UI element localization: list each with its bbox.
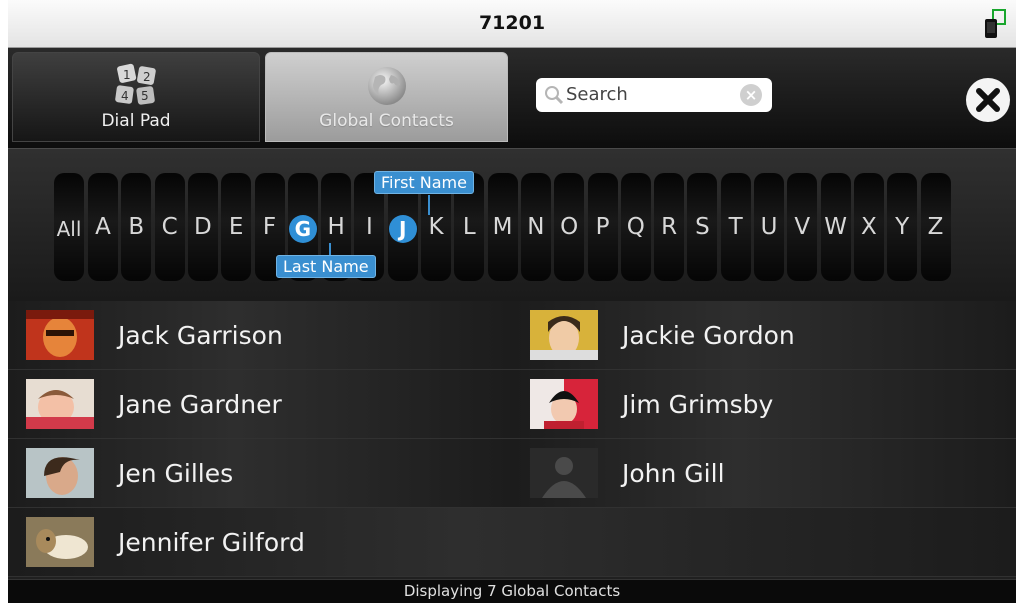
letter-a[interactable]: A [88, 214, 118, 240]
contact-row[interactable]: Jane Gardner [8, 370, 512, 439]
alphabet-index: All A B C D E F G H I J K L M N O P Q R S T U V W X Y Z First Name… [8, 148, 1016, 301]
letter-d[interactable]: D [188, 214, 218, 240]
letter-f[interactable]: F [255, 214, 285, 240]
letter-q[interactable]: Q [621, 214, 651, 240]
contact-row[interactable]: Jackie Gordon [512, 301, 1016, 370]
letter-n[interactable]: N [521, 214, 551, 240]
svg-text:2: 2 [143, 70, 151, 84]
letter-c[interactable]: C [155, 214, 185, 240]
letter-k[interactable]: K [421, 214, 451, 240]
first-name-tag: First Name [374, 171, 474, 194]
letter-e[interactable]: E [221, 214, 251, 240]
letter-v[interactable]: V [787, 214, 817, 240]
letter-z[interactable]: Z [921, 214, 951, 240]
status-bar: Displaying 7 Global Contacts [8, 579, 1016, 603]
contact-name: Jennifer Gilford [118, 528, 305, 557]
dialpad-icon: 1 2 4 5 [115, 63, 156, 105]
contact-row[interactable]: John Gill [512, 439, 1016, 508]
letter-all[interactable]: All [49, 217, 89, 241]
avatar [26, 448, 94, 498]
letter-w[interactable]: W [821, 214, 851, 240]
letter-i[interactable]: I [354, 214, 384, 240]
avatar [530, 310, 598, 360]
contact-name: Jen Gilles [118, 459, 234, 488]
svg-text:5: 5 [141, 89, 149, 103]
title-bar: 71201 [8, 0, 1016, 48]
tab-dial-pad[interactable]: 1 2 4 5 Dial Pad [12, 52, 260, 142]
last-name-tag: Last Name [276, 255, 376, 278]
letter-x[interactable]: X [854, 214, 884, 240]
contact-row[interactable]: Jack Garrison [8, 301, 512, 370]
letter-h[interactable]: H [321, 214, 351, 240]
app-window: 71201 1 2 4 5 Dial Pad Global Contacts S… [8, 0, 1016, 603]
clear-icon[interactable]: × [740, 84, 762, 106]
letter-u[interactable]: U [754, 214, 784, 240]
tab-label: Global Contacts [319, 111, 454, 131]
letter-y[interactable]: Y [887, 214, 917, 240]
contact-name: Jack Garrison [118, 321, 283, 350]
letter-t[interactable]: T [721, 214, 751, 240]
tab-label: Dial Pad [101, 111, 171, 131]
avatar [530, 448, 598, 498]
contact-name: Jane Gardner [118, 390, 282, 419]
letter-b[interactable]: B [121, 214, 151, 240]
letter-r[interactable]: R [654, 214, 684, 240]
first-name-connector [428, 195, 430, 215]
contact-list: Jack Garrison Jackie Gordon Jane Gardner… [8, 301, 1016, 579]
avatar [530, 379, 598, 429]
contact-row[interactable]: Jim Grimsby [512, 370, 1016, 439]
svg-text:4: 4 [121, 89, 129, 103]
search-placeholder: Search [566, 84, 628, 105]
tab-bar: 1 2 4 5 Dial Pad Global Contacts Search … [8, 48, 1016, 148]
window-title: 71201 [478, 12, 546, 34]
avatar [26, 310, 94, 360]
letter-s[interactable]: S [687, 214, 717, 240]
avatar [26, 379, 94, 429]
contact-row[interactable]: Jen Gilles [8, 439, 512, 508]
letter-o[interactable]: O [554, 214, 584, 240]
globe-icon [367, 67, 406, 105]
letter-m[interactable]: M [488, 214, 518, 240]
contact-row[interactable]: Jennifer Gilford [8, 508, 1016, 577]
phone-transfer-icon[interactable] [984, 9, 1006, 39]
close-icon[interactable] [966, 78, 1010, 122]
search-input[interactable]: Search × [536, 78, 772, 112]
contact-name: Jim Grimsby [622, 390, 774, 419]
letter-l[interactable]: L [454, 214, 484, 240]
letter-g[interactable]: G [288, 215, 317, 243]
avatar [26, 517, 94, 567]
letter-j[interactable]: J [388, 215, 417, 243]
letter-p[interactable]: P [588, 214, 618, 240]
contact-name: John Gill [622, 459, 725, 488]
svg-text:1: 1 [123, 68, 131, 82]
search-icon [545, 86, 564, 105]
contact-name: Jackie Gordon [622, 321, 795, 350]
tab-global-contacts[interactable]: Global Contacts [265, 52, 508, 142]
